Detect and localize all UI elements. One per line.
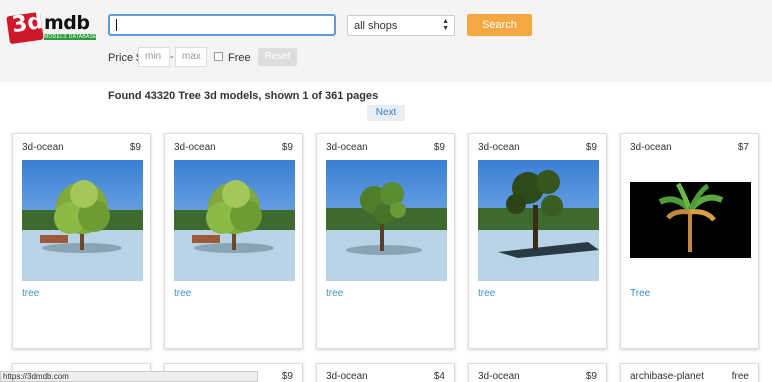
shop-select-value: all shops — [354, 20, 398, 32]
free-label: Free — [228, 52, 251, 64]
results-suffix: 3d models, shown 1 of 361 pages — [200, 90, 379, 102]
select-arrows-icon: ▲ ▼ — [442, 18, 449, 32]
text-cursor — [116, 19, 117, 31]
card-price: $9 — [433, 142, 445, 153]
card-price: $7 — [737, 142, 749, 153]
status-url-bar: https://3dmdb.com — [0, 371, 258, 382]
logo-3d-text: 3d — [10, 8, 45, 39]
search-input[interactable] — [108, 14, 336, 36]
search-button[interactable]: Search — [467, 14, 532, 36]
top-bar: 3d mdb MODELS DATABASE all shops ▲ ▼ Sear… — [0, 0, 772, 82]
card-shop: 3d-ocean — [174, 142, 216, 153]
model-card[interactable]: 3d-ocean $4 — [316, 363, 455, 382]
card-shop: 3d-ocean — [326, 142, 368, 153]
card-title-link[interactable]: tree — [326, 288, 343, 299]
card-title-link[interactable]: tree — [478, 288, 495, 299]
card-price: free — [731, 371, 749, 382]
card-price: $9 — [281, 371, 293, 382]
logo-tagline: MODELS DATABASE — [44, 34, 96, 40]
card-thumbnail[interactable] — [630, 160, 751, 281]
shop-select[interactable]: all shops ▲ ▼ — [347, 15, 455, 36]
free-checkbox[interactable] — [214, 52, 223, 61]
model-card[interactable]: archibase-planet free — [620, 363, 759, 382]
card-shop: 3d-ocean — [326, 371, 368, 382]
card-price: $9 — [281, 142, 293, 153]
card-title-link[interactable]: tree — [22, 288, 39, 299]
card-thumbnail[interactable] — [174, 160, 295, 281]
model-card[interactable]: 3d-ocean $9 — [468, 363, 607, 382]
card-shop: 3d-ocean — [478, 371, 520, 382]
card-price: $4 — [433, 371, 445, 382]
price-min-input[interactable]: min — [138, 47, 170, 67]
results-prefix: Found 43320 — [108, 90, 179, 102]
card-price: $9 — [585, 371, 597, 382]
price-max-input[interactable]: max — [175, 47, 207, 67]
card-price: $9 — [129, 142, 141, 153]
model-card[interactable]: 3d-ocean $9 tree — [164, 133, 303, 349]
results-term: Tree — [178, 90, 201, 102]
card-title-link[interactable]: tree — [174, 288, 191, 299]
site-logo[interactable]: 3d mdb MODELS DATABASE — [6, 8, 100, 46]
model-card[interactable]: 3d-ocean $9 tree — [316, 133, 455, 349]
reset-button[interactable]: Reset — [258, 48, 297, 66]
card-title-link[interactable]: Tree — [630, 288, 650, 299]
card-thumbnail[interactable] — [22, 160, 143, 281]
card-shop: 3d-ocean — [22, 142, 64, 153]
price-separator: - — [170, 51, 174, 63]
model-card[interactable]: 3d-ocean $7 Tree — [620, 133, 759, 349]
card-shop: 3d-ocean — [478, 142, 520, 153]
card-shop: 3d-ocean — [630, 142, 672, 153]
model-card[interactable]: 3d-ocean $9 tree — [468, 133, 607, 349]
card-price: $9 — [585, 142, 597, 153]
card-thumbnail[interactable] — [326, 160, 447, 281]
model-card[interactable]: 3d-ocean $9 tree — [12, 133, 151, 349]
logo-mdb-text: mdb — [44, 12, 90, 34]
card-thumbnail[interactable] — [478, 160, 599, 281]
next-page-button[interactable]: Next — [367, 105, 405, 121]
card-shop: archibase-planet — [630, 371, 704, 382]
results-summary: Found 43320 Tree 3d models, shown 1 of 3… — [108, 90, 378, 102]
